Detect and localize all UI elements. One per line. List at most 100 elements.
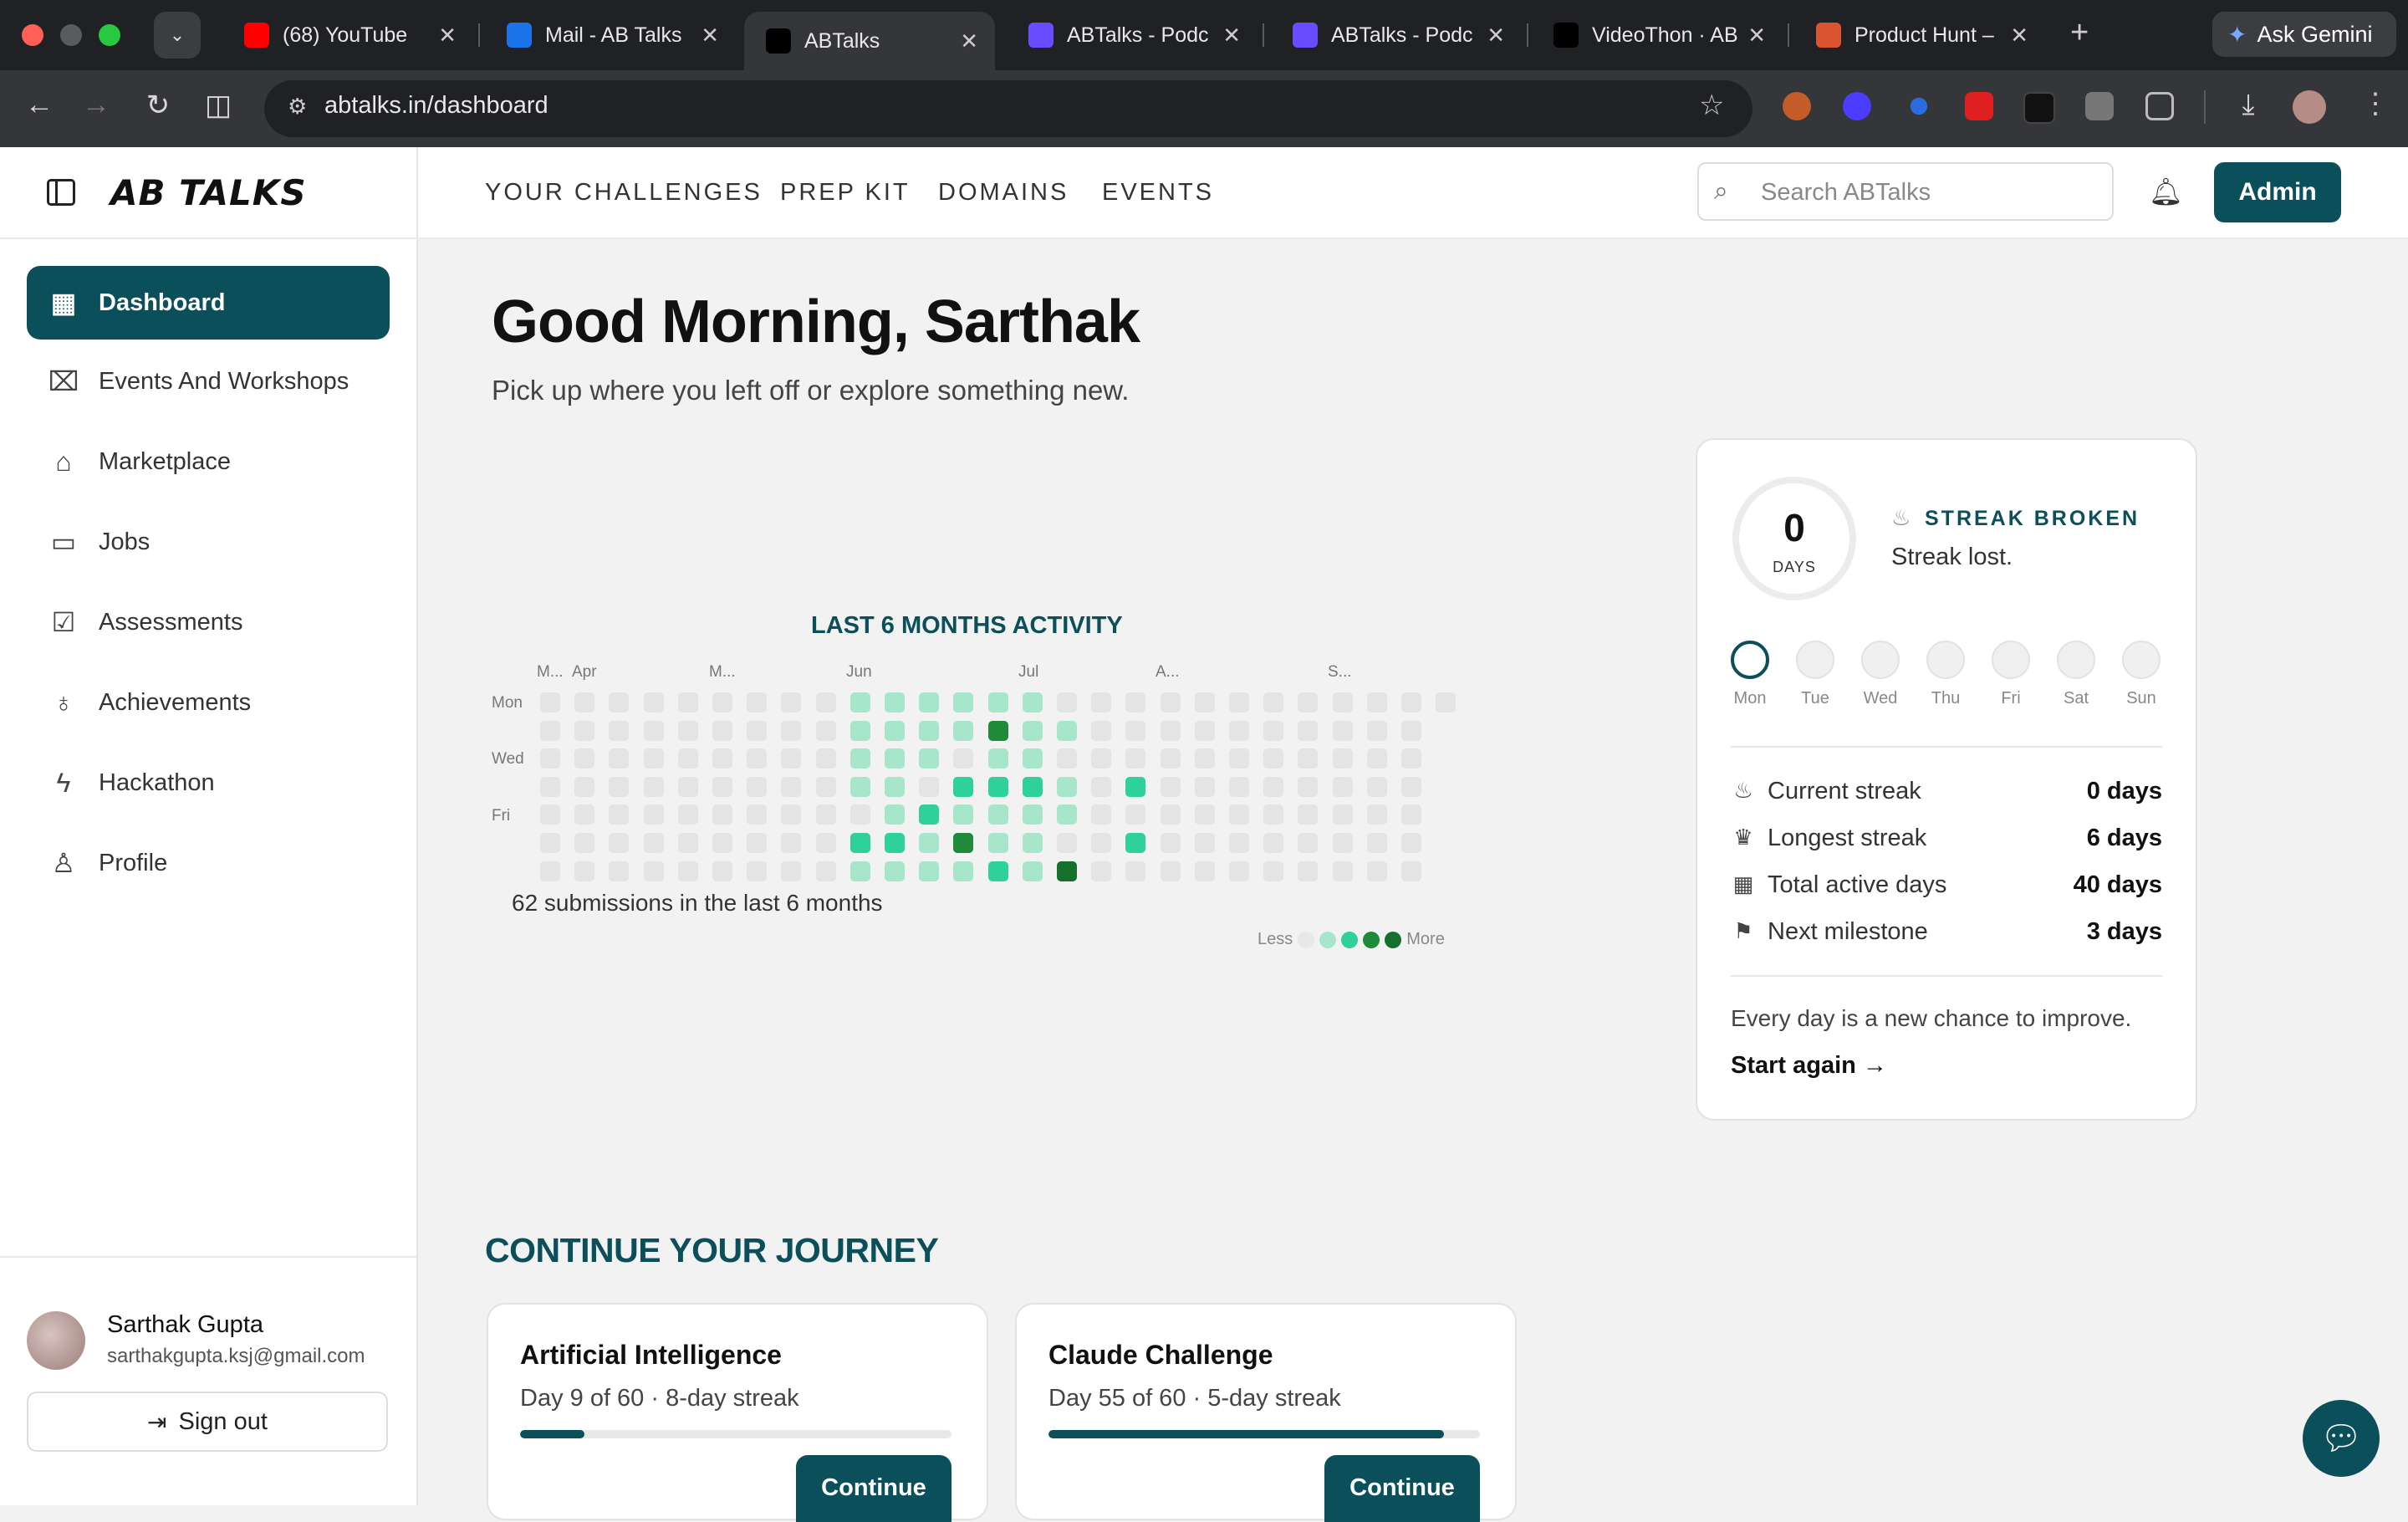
heatmap-cell[interactable]	[574, 804, 594, 825]
browser-profile-avatar[interactable]	[2293, 90, 2326, 124]
heatmap-cell[interactable]	[1125, 748, 1145, 769]
heatmap-cell[interactable]	[644, 748, 664, 769]
heatmap-cell[interactable]	[885, 833, 905, 853]
heatmap-cell[interactable]	[850, 692, 870, 712]
heatmap-cell[interactable]	[1333, 833, 1353, 853]
heatmap-cell[interactable]	[816, 721, 836, 741]
admin-button[interactable]: Admin	[2214, 162, 2341, 222]
heatmap-cell[interactable]	[885, 777, 905, 797]
heatmap-cell[interactable]	[1367, 721, 1387, 741]
split-view-button[interactable]: ◫	[197, 89, 239, 122]
close-tab-icon[interactable]: ✕	[2010, 23, 2028, 49]
heatmap-cell[interactable]	[712, 777, 732, 797]
url-text[interactable]: abtalks.in/dashboard	[324, 92, 548, 120]
heatmap-cell[interactable]	[1091, 748, 1111, 769]
sidebar-item-achievements[interactable]: ♁ Achievements	[27, 666, 390, 739]
heatmap-cell[interactable]	[1367, 692, 1387, 712]
window-close-button[interactable]	[22, 24, 43, 46]
heatmap-cell[interactable]	[644, 777, 664, 797]
browser-tab[interactable]: (68) YouTube ✕	[222, 12, 473, 59]
heatmap-cell[interactable]	[1333, 777, 1353, 797]
heatmap-cell[interactable]	[1195, 833, 1215, 853]
heatmap-cell[interactable]	[1161, 861, 1181, 881]
sidebar-item-assessments[interactable]: ☑ Assessments	[27, 585, 390, 659]
reload-button[interactable]: ↻	[137, 89, 179, 122]
sidebar-item-events-and-workshops[interactable]: ⌧ Events And Workshops	[27, 345, 390, 418]
extensions-puzzle-icon[interactable]	[2145, 92, 2174, 120]
heatmap-cell[interactable]	[1125, 861, 1145, 881]
heatmap-cell[interactable]	[574, 777, 594, 797]
close-tab-icon[interactable]: ✕	[1222, 23, 1241, 49]
heatmap-cell[interactable]	[1057, 692, 1077, 712]
heatmap-cell[interactable]	[678, 777, 698, 797]
avatar[interactable]	[27, 1311, 85, 1370]
heatmap-cell[interactable]	[1333, 804, 1353, 825]
heatmap-cell[interactable]	[953, 692, 973, 712]
heatmap-cell[interactable]	[1229, 833, 1249, 853]
heatmap-cell[interactable]	[953, 804, 973, 825]
heatmap-cell[interactable]	[540, 861, 560, 881]
nav-domains[interactable]: DOMAINS	[938, 179, 1069, 207]
extension-sun-icon[interactable]	[1783, 92, 1811, 120]
heatmap-cell[interactable]	[678, 748, 698, 769]
browser-tab[interactable]: ABTalks ✕	[744, 12, 995, 70]
heatmap-cell[interactable]	[1333, 861, 1353, 881]
search-input[interactable]	[1759, 172, 2097, 212]
heatmap-cell[interactable]	[678, 721, 698, 741]
notification-bell-icon[interactable]: 🔔︎	[2149, 176, 2183, 207]
heatmap-cell[interactable]	[747, 861, 767, 881]
heatmap-cell[interactable]	[1125, 692, 1145, 712]
heatmap-cell[interactable]	[1263, 777, 1283, 797]
tab-search-button[interactable]: ⌄	[154, 12, 201, 59]
heatmap-cell[interactable]	[1333, 721, 1353, 741]
heatmap-cell[interactable]	[1023, 748, 1043, 769]
heatmap-cell[interactable]	[644, 861, 664, 881]
heatmap-cell[interactable]	[919, 804, 939, 825]
heatmap-cell[interactable]	[953, 748, 973, 769]
heatmap-cell[interactable]	[609, 804, 629, 825]
extension-video-speed-icon[interactable]	[1965, 92, 1993, 120]
heatmap-cell[interactable]	[1401, 777, 1421, 797]
heatmap-cell[interactable]	[540, 721, 560, 741]
heatmap-cell[interactable]	[919, 833, 939, 853]
heatmap-cell[interactable]	[609, 861, 629, 881]
heatmap-cell[interactable]	[1161, 692, 1181, 712]
browser-tab[interactable]: VideoThon · AB ✕	[1532, 12, 1783, 59]
heatmap-cell[interactable]	[885, 721, 905, 741]
browser-tab[interactable]: ABTalks - Podc ✕	[1271, 12, 1522, 59]
heatmap-cell[interactable]	[1298, 833, 1318, 853]
heatmap-cell[interactable]	[574, 692, 594, 712]
heatmap-cell[interactable]	[1298, 692, 1318, 712]
heatmap-cell[interactable]	[781, 721, 801, 741]
browser-tab[interactable]: Mail - AB Talks ✕	[485, 12, 736, 59]
heatmap-cell[interactable]	[988, 861, 1008, 881]
window-minimize-button[interactable]	[60, 24, 82, 46]
heatmap-cell[interactable]	[712, 721, 732, 741]
new-tab-button[interactable]: +	[2070, 15, 2089, 51]
heatmap-cell[interactable]	[1091, 721, 1111, 741]
heatmap-cell[interactable]	[1263, 861, 1283, 881]
sidebar-item-marketplace[interactable]: ⌂ Marketplace	[27, 425, 390, 498]
heatmap-cell[interactable]	[609, 692, 629, 712]
continue-button[interactable]: Continue	[796, 1455, 951, 1522]
heatmap-cell[interactable]	[1401, 748, 1421, 769]
heatmap-cell[interactable]	[1057, 861, 1077, 881]
heatmap-cell[interactable]	[1263, 692, 1283, 712]
extension-c-icon[interactable]	[1843, 92, 1871, 120]
window-maximize-button[interactable]	[99, 24, 120, 46]
close-tab-icon[interactable]: ✕	[701, 23, 719, 49]
heatmap-cell[interactable]	[988, 692, 1008, 712]
back-button[interactable]: ←	[18, 89, 60, 121]
forward-button[interactable]: →	[75, 89, 117, 121]
heatmap-cell[interactable]	[1091, 777, 1111, 797]
heatmap-cell[interactable]	[1401, 692, 1421, 712]
heatmap-cell[interactable]	[781, 861, 801, 881]
nav-events[interactable]: EVENTS	[1102, 179, 1214, 207]
heatmap-cell[interactable]	[747, 692, 767, 712]
heatmap-cell[interactable]	[644, 804, 664, 825]
heatmap-cell[interactable]	[816, 748, 836, 769]
heatmap-cell[interactable]	[850, 804, 870, 825]
heatmap-cell[interactable]	[1161, 721, 1181, 741]
heatmap-cell[interactable]	[885, 861, 905, 881]
heatmap-cell[interactable]	[781, 777, 801, 797]
